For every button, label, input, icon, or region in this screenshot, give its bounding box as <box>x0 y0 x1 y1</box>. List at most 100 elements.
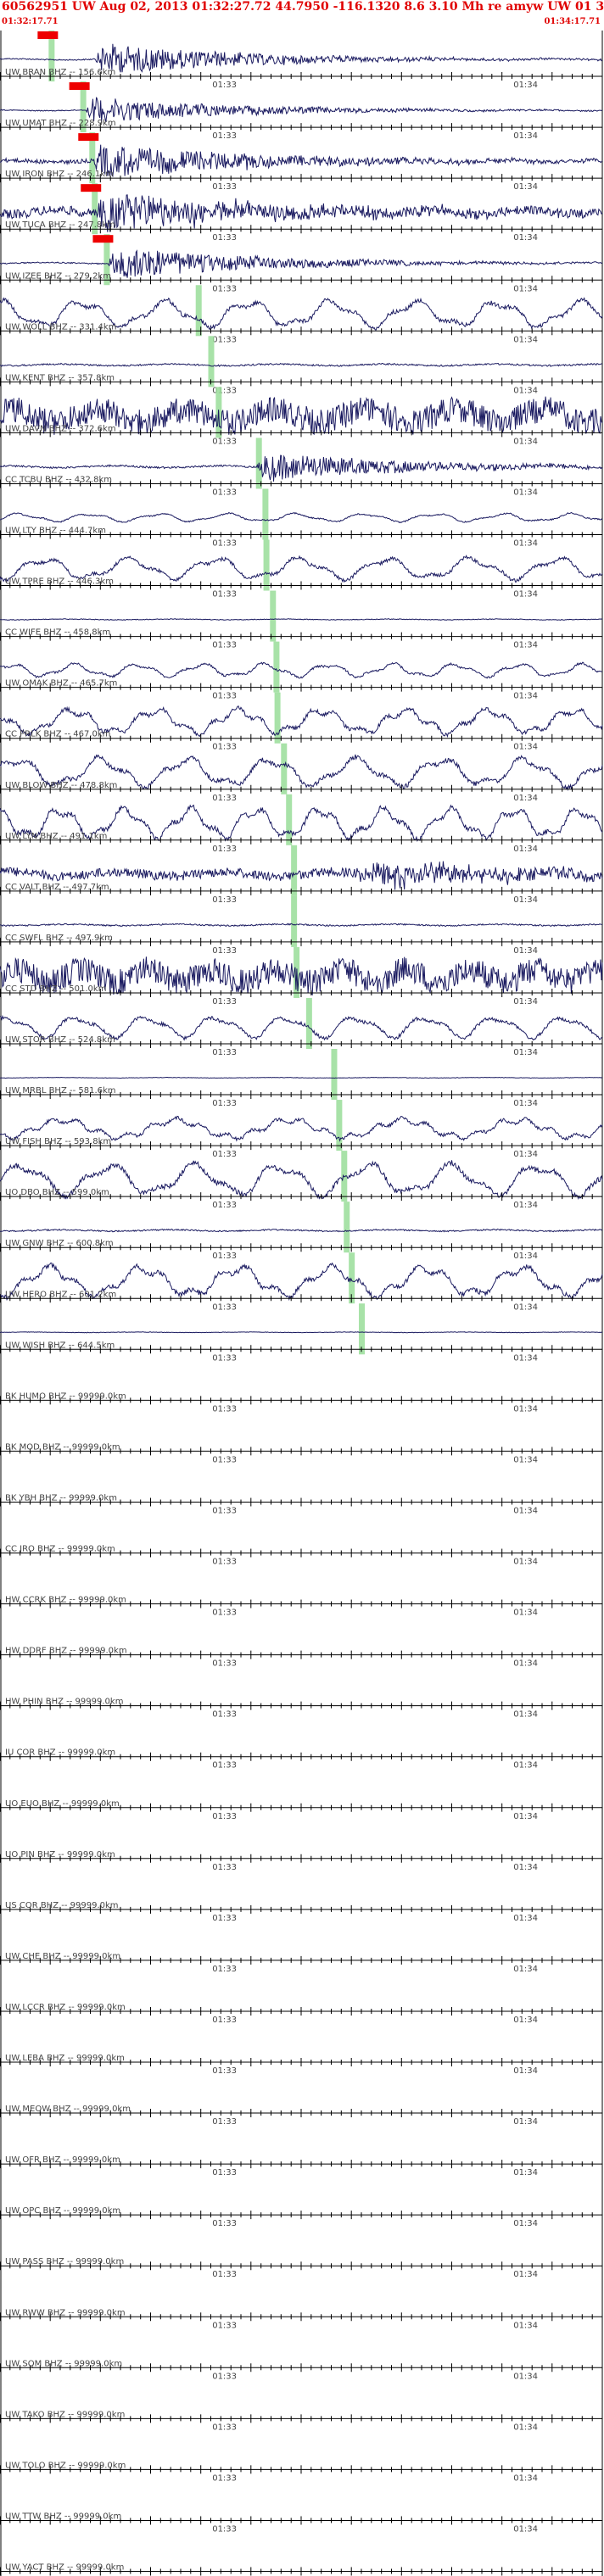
trace-line <box>0 923 602 928</box>
pick-marker <box>286 794 293 845</box>
channel-label: UW OMAK BHZ -- 465.7km <box>5 679 117 689</box>
time-tick-label: 01:33 <box>212 1558 237 1567</box>
channel-label: CC PRLK BHZ -- 467.0km <box>5 730 110 739</box>
time-tick-label: 01:34 <box>513 386 538 395</box>
channel-label: US COR BHZ -- 99999.0km <box>5 1901 119 1910</box>
time-tick-label: 01:34 <box>513 488 538 497</box>
time-tick-label: 01:33 <box>212 2524 237 2534</box>
pick-marker <box>359 1303 365 1355</box>
channel-label: UW OFR BHZ -- 99999.0km <box>5 2155 120 2165</box>
channel-label: UW LTY BHZ -- 444.7km <box>5 527 106 536</box>
channel-label: UO PIN BHZ -- 99999.0km <box>5 1850 115 1860</box>
channel-label: UW YACT BHZ -- 99999.0km <box>5 2563 124 2573</box>
time-tick-label: 01:33 <box>212 488 237 497</box>
time-tick-label: 01:33 <box>212 1302 237 1312</box>
time-tick-label: 01:33 <box>212 1812 237 1821</box>
time-tick-label: 01:34 <box>513 2270 538 2279</box>
time-tick-label: 01:34 <box>513 182 538 192</box>
time-tick-label: 01:33 <box>212 81 237 90</box>
time-tick-label: 01:33 <box>212 1201 237 1210</box>
time-tick-label: 01:33 <box>212 1353 237 1363</box>
pick-flag <box>81 184 102 192</box>
time-tick-label: 01:33 <box>212 2219 237 2228</box>
pick-marker <box>331 1049 338 1101</box>
trace-line <box>0 618 603 621</box>
time-tick-label: 01:34 <box>513 641 538 650</box>
time-tick-label: 01:34 <box>513 131 538 141</box>
pick-marker <box>305 997 312 1049</box>
channel-label: BK YBH BHZ -- 99999.0km <box>5 1493 117 1503</box>
seismogram-plot: 01:33 01:34 UW BRAN BHZ -- 156.6km 01:33 01:… <box>0 31 603 2576</box>
time-tick-label: 01:34 <box>513 233 538 243</box>
channel-label: UW TUCA BHZ -- 247.8km <box>5 220 115 230</box>
pick-flag <box>69 82 90 91</box>
time-tick-label: 01:33 <box>212 2423 237 2432</box>
channel-label: UW TAKO BHZ -- 99999.0km <box>5 2410 125 2419</box>
pick-marker <box>274 692 281 744</box>
time-tick-label: 01:34 <box>513 1914 538 1923</box>
time-tick-label: 01:33 <box>212 1761 237 1770</box>
pick-flag <box>37 31 59 39</box>
channel-label: UW OPC BHZ -- 99999.0km <box>5 2206 120 2216</box>
channel-label: UW STOR BHZ -- 524.8km <box>5 1035 115 1045</box>
channel-label: CC VALT BHZ -- 497.7km <box>5 883 109 892</box>
channel-label: UO DBO BHZ -- 599.0km <box>5 1188 109 1197</box>
time-tick-label: 01:34 <box>513 997 538 1006</box>
pick-flag <box>92 235 114 243</box>
trace-line <box>0 1076 603 1079</box>
time-tick-label: 01:34 <box>513 1506 538 1515</box>
time-tick-label: 01:34 <box>513 1404 538 1413</box>
time-tick-label: 01:34 <box>513 2168 538 2177</box>
pick-marker <box>291 845 298 896</box>
time-tick-label: 01:33 <box>212 2372 237 2381</box>
time-tick-label: 01:34 <box>513 2473 538 2483</box>
time-tick-label: 01:33 <box>212 1863 237 1872</box>
channel-label: CC TCBU BHZ -- 432.8km <box>5 475 112 484</box>
time-tick-label: 01:33 <box>212 233 237 243</box>
channel-label: BK MOD BHZ -- 99999.0km <box>5 1442 120 1452</box>
time-tick-label: 01:33 <box>212 1609 237 1618</box>
time-tick-label: 01:33 <box>212 437 237 446</box>
time-tick-label: 01:34 <box>513 1710 538 1720</box>
time-tick-label: 01:34 <box>513 2423 538 2432</box>
time-tick-label: 01:33 <box>212 2168 237 2177</box>
time-tick-label: 01:33 <box>212 2117 237 2127</box>
channel-label: UW BLOW BHZ -- 478.8km <box>5 781 117 790</box>
time-tick-label: 01:34 <box>513 1863 538 1872</box>
time-tick-label: 01:33 <box>212 692 237 701</box>
time-tick-label: 01:33 <box>212 2016 237 2025</box>
time-tick-label: 01:33 <box>212 1455 237 1464</box>
channel-label: UW TPRE BHZ -- 446.3km <box>5 577 114 587</box>
channel-label: UW LEBA BHZ -- 99999.0km <box>5 2054 125 2063</box>
time-tick-label: 01:34 <box>513 2321 538 2330</box>
time-tick-label: 01:34 <box>513 437 538 446</box>
time-tick-label: 01:33 <box>212 2270 237 2279</box>
channel-label: HW DDRF BHZ -- 99999.0km <box>5 1647 127 1656</box>
pick-marker <box>344 1202 350 1253</box>
time-tick-label: 01:34 <box>513 1455 538 1464</box>
pick-marker <box>291 895 298 947</box>
channel-label: BK HUMO BHZ -- 99999.0km <box>5 1391 126 1401</box>
time-tick-label: 01:34 <box>513 1609 538 1618</box>
channel-label: UW SQM BHZ -- 99999.0km <box>5 2359 122 2368</box>
time-tick-label: 01:33 <box>212 845 237 854</box>
channel-label: UW WOLL BHZ -- 331.4km <box>5 322 116 332</box>
channel-label: UW KENT BHZ -- 357.8km <box>5 373 115 382</box>
time-tick-label: 01:33 <box>212 1965 237 1974</box>
time-tick-label: 01:34 <box>513 539 538 549</box>
time-tick-label: 01:33 <box>212 1710 237 1720</box>
time-tick-label: 01:33 <box>212 1659 237 1669</box>
time-tick-label: 01:33 <box>212 335 237 344</box>
time-tick-label: 01:34 <box>513 335 538 344</box>
channel-label: UW TTW BHZ -- 99999.0km <box>5 2512 121 2521</box>
trace-line <box>0 1228 603 1233</box>
time-tick-label: 01:33 <box>212 590 237 599</box>
time-tick-label: 01:33 <box>212 2321 237 2330</box>
channel-label: CC STD BHZ -- 501.0km <box>5 984 106 994</box>
channel-label: HW PHIN BHZ -- 99999.0km <box>5 1698 123 1707</box>
channel-label: UW MEOW BHZ -- 99999.0km <box>5 2105 131 2114</box>
time-tick-label: 01:34 <box>513 1099 538 1108</box>
time-tick-label: 01:33 <box>212 131 237 141</box>
time-tick-label: 01:34 <box>513 1558 538 1567</box>
time-tick-label: 01:34 <box>513 1965 538 1974</box>
